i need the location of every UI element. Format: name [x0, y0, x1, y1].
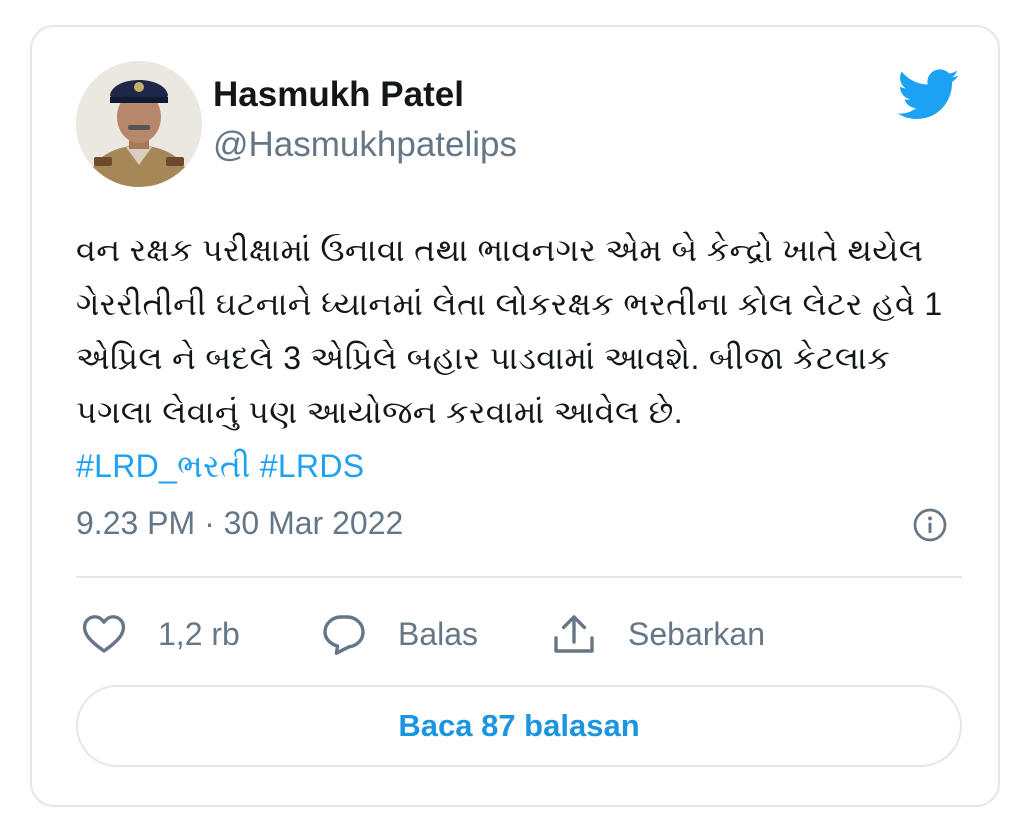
like-button[interactable]: 1,2 rb — [80, 609, 240, 659]
share-upload-icon — [554, 615, 594, 653]
tweet-card: Hasmukh Patel @Hasmukhpatelips વન રક્ષક … — [30, 25, 1000, 807]
share-button[interactable]: Sebarkan — [550, 609, 765, 659]
hashtag-row: #LRD_ભરતી #LRDS — [76, 439, 966, 493]
reply-button[interactable]: Balas — [320, 609, 478, 659]
tweet-text-line: પગલા લેવાનું પણ આયોજન કરવામાં આવેલ છે. — [76, 394, 683, 430]
author-handle[interactable]: @Hasmukhpatelips — [213, 125, 517, 165]
tweet-text-line: એપ્રિલ ને બદલે 3 એપ્રિલે બહાર પાડવામાં આ… — [76, 340, 891, 376]
share-label: Sebarkan — [628, 615, 765, 652]
twitter-bird-icon[interactable] — [898, 69, 960, 121]
avatar[interactable] — [76, 61, 202, 187]
info-icon[interactable] — [912, 507, 948, 543]
divider — [76, 576, 962, 578]
tweet-text-line: વન રક્ષક પરીક્ષામાં ઉનાવા તથા ભાવનગર એમ … — [76, 232, 924, 268]
avatar-portrait-image — [76, 61, 202, 187]
reply-label: Balas — [398, 615, 479, 652]
heart-icon — [82, 615, 126, 653]
read-replies-button[interactable]: Baca 87 balasan — [76, 685, 962, 767]
hashtag-lrd-bharti[interactable]: #LRD_ભરતી — [76, 448, 251, 484]
tweet-timestamp[interactable]: 9.23 PM · 30 Mar 2022 — [76, 505, 403, 542]
hashtag-lrds[interactable]: #LRDS — [260, 448, 365, 484]
tweet-text: વન રક્ષક પરીક્ષામાં ઉનાવા તથા ભાવનગર એમ … — [76, 223, 966, 493]
author-name[interactable]: Hasmukh Patel — [213, 75, 464, 115]
speech-bubble-icon — [323, 615, 365, 655]
like-count: 1,2 rb — [158, 615, 240, 652]
tweet-text-line: ગેરરીતીની ઘટનાને ધ્યાનમાં લેતા લોકરક્ષક … — [76, 286, 943, 322]
read-replies-label: Baca 87 balasan — [398, 708, 640, 743]
